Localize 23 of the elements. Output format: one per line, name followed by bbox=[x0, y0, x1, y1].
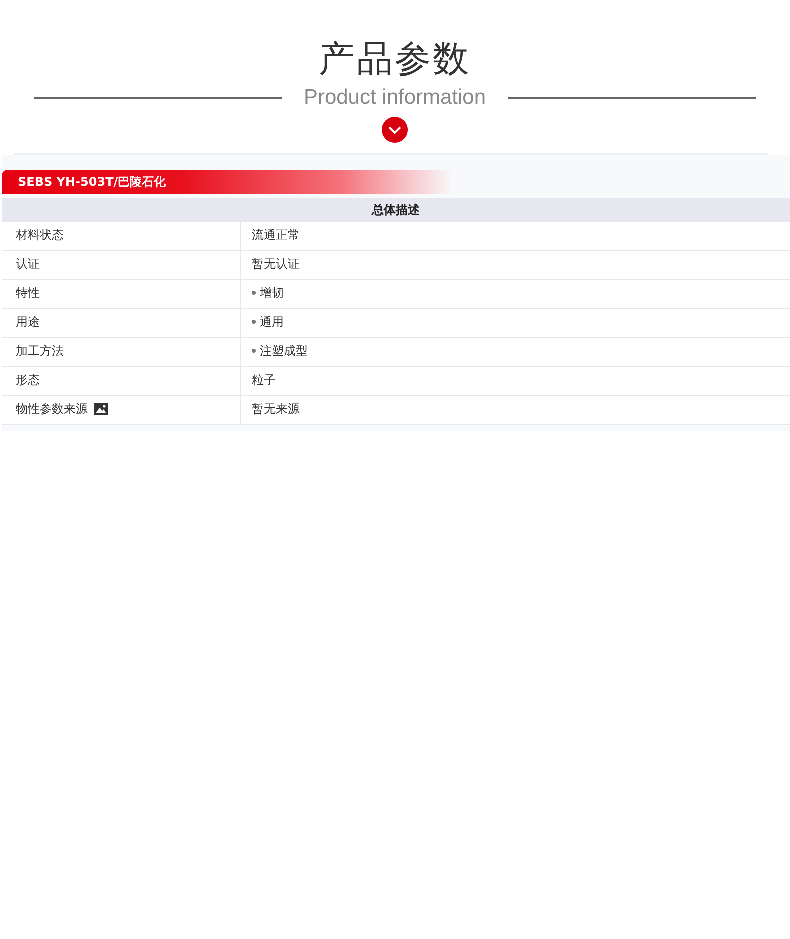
bullet-icon bbox=[252, 349, 256, 353]
product-name: SEBS YH-503T/巴陵石化 bbox=[17, 174, 166, 190]
bullet-icon bbox=[252, 320, 256, 324]
table-cell: 粒子 bbox=[252, 372, 276, 388]
table-cell: 注塑成型 bbox=[260, 342, 308, 360]
table-cell: 增韧 bbox=[260, 284, 284, 302]
table-cell: 特性 bbox=[16, 284, 40, 302]
table-cell: 暂无认证 bbox=[252, 256, 300, 272]
image-icon bbox=[94, 403, 108, 415]
table-cell: 形态 bbox=[16, 372, 40, 388]
table-cell: 流通正常 bbox=[252, 226, 300, 244]
table-cell: 加工方法 bbox=[16, 342, 64, 360]
table-cell: 用途 bbox=[16, 314, 40, 330]
section-subtitle: Product information bbox=[304, 85, 486, 111]
table-header: 总体描述 bbox=[2, 198, 790, 222]
bullet-icon bbox=[252, 291, 256, 295]
table-cell: 材料状态 bbox=[16, 226, 64, 244]
section-title: 产品参数 bbox=[319, 38, 471, 82]
chevron-down-icon bbox=[382, 117, 408, 143]
table-cell: 物性参数来源 bbox=[16, 400, 88, 418]
table-cell: 暂无来源 bbox=[252, 400, 300, 418]
table-cell: 认证 bbox=[16, 256, 40, 272]
table-cell: 通用 bbox=[260, 314, 284, 330]
